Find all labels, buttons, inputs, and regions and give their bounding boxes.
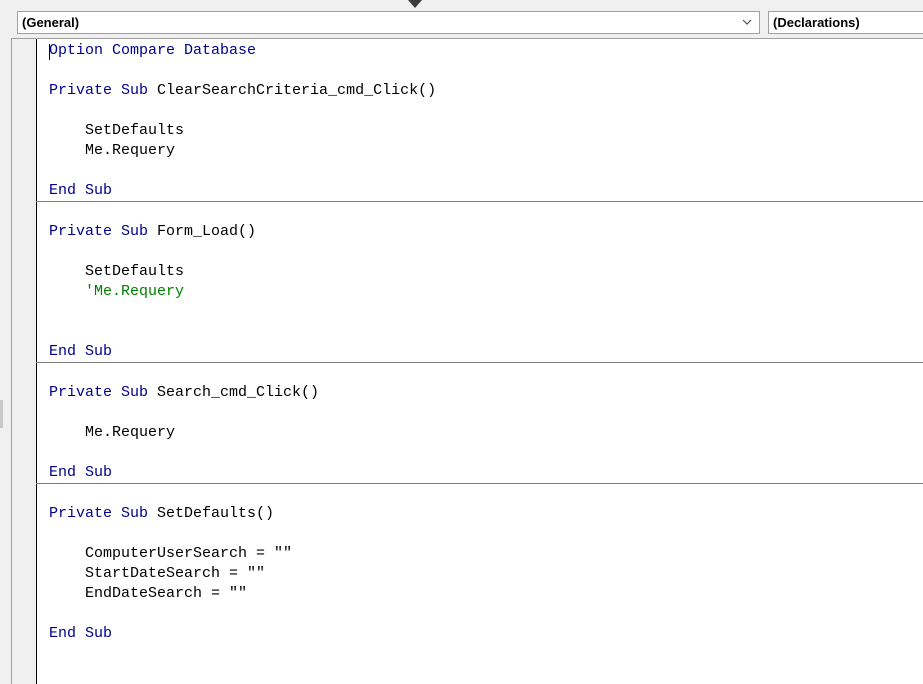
code-line[interactable]: End Sub (49, 624, 923, 644)
code-text: Form_Load() (148, 223, 257, 240)
code-line[interactable] (49, 161, 923, 181)
keyword: Private Sub (49, 384, 149, 401)
code-line[interactable]: ComputerUserSearch = "" (49, 544, 923, 564)
left-edge-indicator (0, 400, 3, 428)
object-combo[interactable]: (General) (17, 11, 760, 34)
comment: 'Me.Requery (49, 283, 185, 300)
code-line[interactable] (49, 484, 923, 504)
code-pane[interactable]: Option Compare Database Private Sub Clea… (36, 41, 923, 644)
margin-indicator-bar[interactable] (12, 39, 37, 684)
code-line[interactable] (49, 403, 923, 423)
keyword: Private Sub (49, 505, 149, 522)
code-line[interactable]: Me.Requery (49, 141, 923, 161)
code-line[interactable] (49, 302, 923, 322)
procedure-combo[interactable]: (Declarations) (768, 11, 923, 34)
code-line[interactable] (49, 524, 923, 544)
procedure-combo-value: (Declarations) (773, 15, 860, 30)
keyword: End Sub (49, 343, 113, 360)
keyword: End Sub (49, 625, 113, 642)
code-line[interactable]: Private Sub SetDefaults() (49, 504, 923, 524)
window-top-strip (0, 0, 923, 8)
code-line[interactable] (49, 242, 923, 262)
code-line[interactable]: StartDateSearch = "" (49, 564, 923, 584)
keyword: Option Compare Database (49, 42, 257, 59)
keyword: Private Sub (49, 223, 149, 240)
code-line[interactable]: EndDateSearch = "" (49, 584, 923, 604)
code-text: SetDefaults (49, 263, 185, 280)
code-text: ComputerUserSearch = "" (49, 545, 293, 562)
code-line[interactable]: 'Me.Requery (49, 282, 923, 302)
code-line[interactable]: End Sub (49, 463, 923, 483)
code-line[interactable]: SetDefaults (49, 121, 923, 141)
keyword: Private Sub (49, 82, 149, 99)
object-combo-value: (General) (22, 15, 80, 30)
chevron-down-icon[interactable] (741, 12, 753, 33)
code-text: EndDateSearch = "" (49, 585, 248, 602)
code-text: StartDateSearch = "" (49, 565, 266, 582)
code-text: ClearSearchCriteria_cmd_Click() (148, 82, 437, 99)
code-window: (General) (Declarations) Option Compare … (0, 0, 923, 684)
code-line[interactable]: Private Sub Form_Load() (49, 222, 923, 242)
code-line[interactable] (49, 604, 923, 624)
code-text: Search_cmd_Click() (148, 384, 320, 401)
code-line[interactable] (49, 202, 923, 222)
code-editor[interactable]: Option Compare Database Private Sub Clea… (11, 38, 923, 684)
code-line[interactable] (49, 363, 923, 383)
code-line[interactable]: SetDefaults (49, 262, 923, 282)
code-line[interactable]: Private Sub ClearSearchCriteria_cmd_Clic… (49, 81, 923, 101)
code-line[interactable]: End Sub (49, 181, 923, 201)
code-text: SetDefaults (49, 122, 185, 139)
code-line[interactable]: Private Sub Search_cmd_Click() (49, 383, 923, 403)
code-line[interactable] (49, 322, 923, 342)
code-line[interactable] (49, 61, 923, 81)
code-line[interactable]: Option Compare Database (49, 41, 923, 61)
code-text: Me.Requery (49, 142, 176, 159)
keyword: End Sub (49, 464, 113, 481)
code-line[interactable] (49, 443, 923, 463)
code-text: Me.Requery (49, 424, 176, 441)
code-line[interactable]: Me.Requery (49, 423, 923, 443)
code-line[interactable]: End Sub (49, 342, 923, 362)
code-line[interactable] (49, 101, 923, 121)
keyword: End Sub (49, 182, 113, 199)
code-text: SetDefaults() (148, 505, 275, 522)
